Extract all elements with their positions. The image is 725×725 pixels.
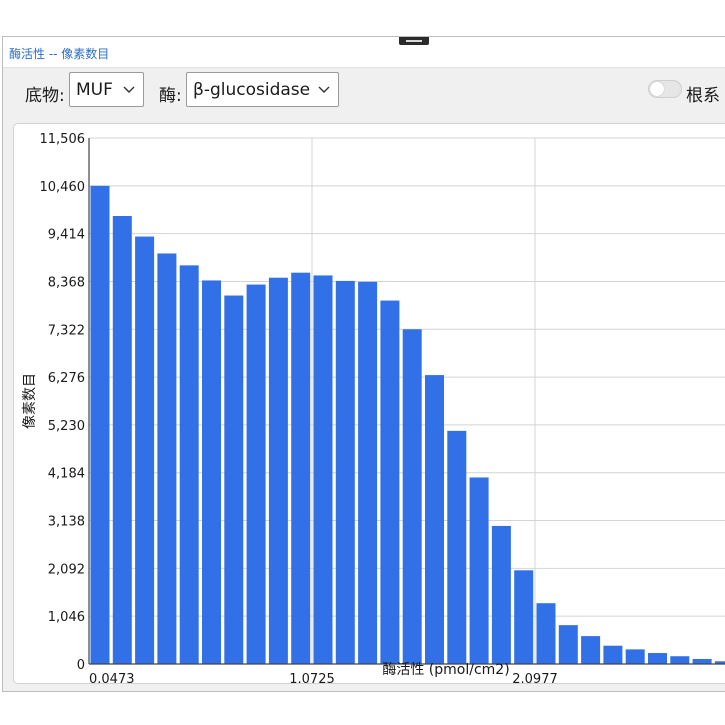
y-tick-label: 11,506 (40, 132, 86, 147)
histogram-bar (648, 653, 667, 664)
enzyme-value: β-glucosidase (193, 80, 311, 100)
chart-panel: 0 1,046 2,092 3,138 4,184 5,230 6,276 7,322 8,36… (13, 123, 725, 687)
histogram-bar (536, 603, 556, 664)
histogram-bar (514, 570, 534, 664)
histogram-bar (447, 430, 467, 664)
histogram-bar (469, 477, 489, 664)
histogram-bar (335, 280, 355, 664)
histogram-bar (625, 649, 645, 664)
chevron-down-icon (123, 86, 135, 93)
y-tick-label: 7,322 (48, 323, 85, 338)
root-toggle-label: 根系 (686, 86, 720, 106)
y-tick-label: 4,184 (48, 467, 85, 482)
window-title: 酶活性 -- 像素数目 (9, 47, 110, 61)
y-tick-label: 0 (77, 658, 85, 673)
histogram-bar (246, 284, 266, 664)
histogram-bar (581, 636, 601, 664)
histogram-bar (380, 300, 400, 664)
y-axis-label: 像素数目 (22, 373, 38, 429)
y-tick-label: 1,046 (48, 610, 85, 625)
root-toggle[interactable] (648, 80, 682, 98)
histogram-bar (224, 295, 244, 664)
histogram-bar (670, 656, 690, 664)
toggle-knob (650, 82, 664, 96)
histogram-bar (268, 277, 288, 664)
histogram-bar (313, 275, 333, 664)
histogram-bar (112, 215, 132, 664)
y-tick-label: 8,368 (48, 275, 85, 290)
histogram-chart: 0 1,046 2,092 3,138 4,184 5,230 6,276 7,322 8,36… (22, 132, 725, 687)
app-window: 酶活性 -- 像素数目 底物: MUF 酶: β-glucosidase 根系 … (2, 36, 725, 692)
histogram-bar (90, 185, 110, 664)
histogram-bar (358, 281, 378, 664)
y-tick-label: 6,276 (48, 371, 85, 386)
y-tick-label: 2,092 (48, 562, 85, 577)
histogram-bar (135, 236, 155, 664)
histogram-bar (157, 253, 177, 664)
histogram-bar (491, 525, 511, 664)
histogram-bar (558, 625, 578, 664)
toolbar: 底物: MUF 酶: β-glucosidase 根系 (3, 68, 725, 116)
x-tick-label: 2.0977 (512, 672, 558, 685)
x-tick-label: 1.0725 (289, 672, 335, 685)
histogram-bar (402, 329, 422, 664)
histogram-bar (692, 658, 712, 664)
histogram-bar (179, 265, 199, 664)
histogram-bar (603, 645, 623, 664)
y-tick-label: 9,414 (48, 228, 85, 243)
substrate-value: MUF (76, 80, 113, 100)
substrate-select[interactable]: MUF (69, 72, 144, 107)
window-grip-handle[interactable] (399, 37, 429, 45)
title-bar: 酶活性 -- 像素数目 (3, 37, 725, 68)
chevron-down-icon (318, 86, 330, 93)
enzyme-label: 酶: (159, 86, 182, 106)
histogram-bar (291, 272, 311, 664)
y-tick-labels: 0 1,046 2,092 3,138 4,184 5,230 6,276 7,322 8,36… (40, 132, 86, 673)
histogram-bar (425, 375, 444, 664)
substrate-label: 底物: (25, 86, 65, 106)
y-tick-label: 10,460 (40, 180, 86, 195)
y-tick-label: 5,230 (48, 419, 85, 434)
histogram-bar (202, 280, 221, 664)
enzyme-select[interactable]: β-glucosidase (186, 72, 339, 107)
x-axis-label: 酶活性 (pmol/cm2) (382, 662, 509, 678)
x-tick-label: 0.0473 (89, 672, 135, 685)
y-tick-label: 3,138 (48, 515, 85, 530)
